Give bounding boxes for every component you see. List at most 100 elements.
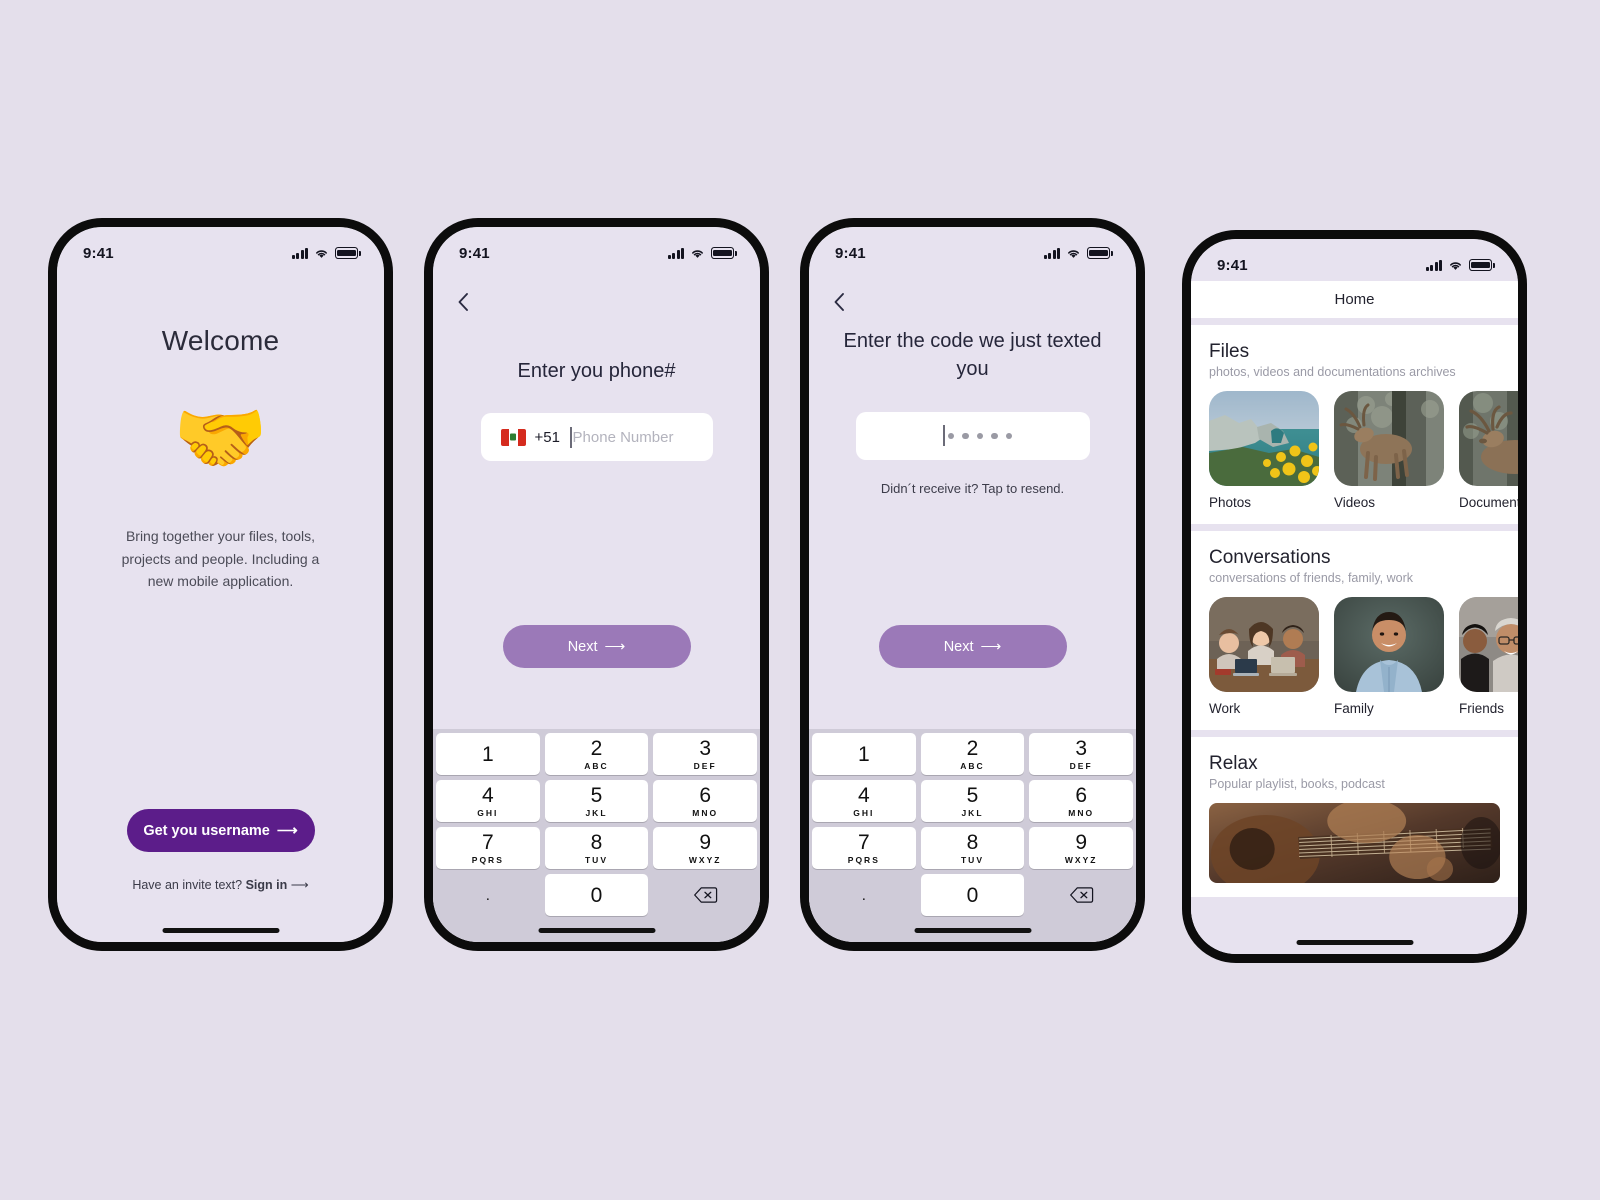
section-subtitle: photos, videos and documentations archiv… bbox=[1209, 365, 1456, 379]
section-title: Conversations bbox=[1209, 547, 1331, 568]
status-icons bbox=[291, 247, 361, 259]
tile-family[interactable]: Family bbox=[1334, 597, 1444, 716]
phone-number-entry: 9:41 Enter you phone# +51 Phone Number N… bbox=[424, 218, 769, 951]
phone-home: 9:41 Home Files photos, videos and docum… bbox=[1182, 230, 1527, 963]
key-letters: DEF bbox=[1069, 760, 1093, 771]
page-title: Enter the code we just texted you bbox=[843, 330, 1102, 381]
key-digit: 3 bbox=[1075, 736, 1087, 760]
colleagues-thumbnail[interactable] bbox=[1209, 597, 1319, 692]
key-0[interactable]: 0 bbox=[544, 874, 649, 916]
key-digit: 9 bbox=[699, 830, 711, 854]
key-delete[interactable] bbox=[1029, 874, 1133, 916]
phone-placeholder: Phone Number bbox=[572, 428, 674, 446]
deer-standing-thumbnail[interactable] bbox=[1334, 391, 1444, 486]
verification-body: Enter the code we just texted you Didn´t… bbox=[809, 269, 1136, 942]
nav-bar: Home bbox=[1191, 281, 1518, 325]
key-6[interactable]: 6 MNO bbox=[653, 780, 757, 822]
guitar-banner[interactable] bbox=[1209, 803, 1500, 883]
key-2[interactable]: 2 ABC bbox=[920, 733, 1025, 775]
tile-caption: Friends bbox=[1459, 701, 1505, 716]
tile-videos[interactable]: Videos bbox=[1334, 391, 1444, 510]
signin-row[interactable]: Have an invite text? Sign in ⟶ bbox=[132, 877, 308, 892]
status-bar: 9:41 bbox=[809, 227, 1136, 269]
battery-icon bbox=[1087, 247, 1113, 259]
tile-caption: Family bbox=[1334, 701, 1374, 716]
key-0[interactable]: 0 bbox=[920, 874, 1025, 916]
key-digit: 3 bbox=[699, 736, 711, 760]
tile-documents[interactable]: Documents bbox=[1459, 391, 1518, 510]
key-digit: 7 bbox=[481, 830, 494, 854]
key-4[interactable]: 4 GHI bbox=[812, 780, 916, 822]
key-9[interactable]: 9 WXYZ bbox=[1029, 827, 1133, 869]
friends-group-thumbnail[interactable] bbox=[1459, 597, 1518, 692]
arrow-right-icon: ⟶ bbox=[980, 638, 1002, 655]
numeric-keypad: 1 2 ABC 3 DEF 4 GHI 5 JKL 6 MNO 7 PQRS 8 TUV 9W… bbox=[433, 729, 760, 942]
key-digit: 4 bbox=[857, 783, 870, 807]
key-digit: 5 bbox=[590, 783, 603, 807]
key-8[interactable]: 8 TUV bbox=[544, 827, 649, 869]
key-digit: 1 bbox=[857, 742, 870, 766]
back-chevron-icon[interactable] bbox=[451, 289, 477, 315]
key-2[interactable]: 2 ABC bbox=[544, 733, 649, 775]
key-7[interactable]: 7 PQRS bbox=[812, 827, 916, 869]
key-letters: TUV bbox=[960, 854, 984, 865]
key-letters: JKL bbox=[585, 807, 608, 818]
back-chevron-icon[interactable] bbox=[827, 289, 853, 315]
backspace-icon bbox=[693, 887, 717, 903]
key-digit: . bbox=[485, 886, 490, 904]
home-indicator bbox=[914, 928, 1031, 933]
key-9[interactable]: 9 WXYZ bbox=[653, 827, 757, 869]
key-5[interactable]: 5 JKL bbox=[544, 780, 649, 822]
backspace-icon bbox=[1069, 887, 1093, 903]
home-content-scroll[interactable]: Files photos, videos and documentations … bbox=[1191, 325, 1518, 954]
tile-friends[interactable]: Friends bbox=[1459, 597, 1518, 716]
wifi-icon bbox=[316, 249, 327, 258]
status-time: 9:41 bbox=[835, 244, 866, 262]
next-button[interactable]: Next ⟶ bbox=[878, 625, 1067, 668]
status-icons bbox=[1425, 259, 1495, 271]
home-indicator bbox=[162, 928, 279, 933]
wifi-icon bbox=[1068, 249, 1079, 258]
resend-code-link[interactable]: Didn´t receive it? Tap to resend. bbox=[809, 481, 1136, 496]
section-files: Files photos, videos and documentations … bbox=[1191, 325, 1518, 524]
key-digit: 6 bbox=[699, 783, 711, 807]
next-button[interactable]: Next ⟶ bbox=[502, 625, 691, 668]
cellular-signal-icon bbox=[667, 247, 684, 259]
get-username-button[interactable]: Get you username ⟶ bbox=[126, 809, 315, 852]
battery-icon bbox=[335, 247, 361, 259]
key-letters: GHI bbox=[853, 807, 875, 818]
key-1[interactable]: 1 bbox=[436, 733, 540, 775]
key-6[interactable]: 6 MNO bbox=[1029, 780, 1133, 822]
peru-flag-icon[interactable] bbox=[500, 428, 526, 446]
tile-photos[interactable]: Photos bbox=[1209, 391, 1319, 510]
key-7[interactable]: 7 PQRS bbox=[436, 827, 540, 869]
key-1[interactable]: 1 bbox=[812, 733, 916, 775]
tile-work[interactable]: Work bbox=[1209, 597, 1319, 716]
next-label: Next bbox=[567, 638, 598, 655]
page-title: Enter you phone# bbox=[517, 360, 676, 382]
smiling-man-thumbnail[interactable] bbox=[1334, 597, 1444, 692]
signin-link[interactable]: Sign in bbox=[246, 878, 288, 892]
key-3[interactable]: 3 DEF bbox=[1029, 733, 1133, 775]
guitar-image bbox=[1209, 803, 1500, 883]
key-dot[interactable]: . bbox=[436, 874, 540, 916]
key-digit: 2 bbox=[966, 736, 979, 760]
phone-entry-body: Enter you phone# +51 Phone Number Next ⟶… bbox=[433, 269, 760, 942]
cliff-coast-thumbnail[interactable] bbox=[1209, 391, 1319, 486]
tile-row: Photos Videos Documen bbox=[1191, 379, 1518, 510]
key-3[interactable]: 3 DEF bbox=[653, 733, 757, 775]
key-dot[interactable]: . bbox=[812, 874, 916, 916]
key-8[interactable]: 8 TUV bbox=[920, 827, 1025, 869]
phone-mockup-stage: 9:41 Welcome 🤝 Bring together your files… bbox=[0, 218, 1600, 963]
key-delete[interactable] bbox=[653, 874, 757, 916]
phone-number-input[interactable]: +51 Phone Number bbox=[480, 413, 713, 462]
status-icons bbox=[667, 247, 737, 259]
welcome-body: Welcome 🤝 Bring together your files, too… bbox=[57, 269, 384, 942]
wifi-icon bbox=[1450, 261, 1461, 270]
key-letters: MNO bbox=[692, 807, 719, 818]
deer-resting-thumbnail[interactable] bbox=[1459, 391, 1518, 486]
key-5[interactable]: 5 JKL bbox=[920, 780, 1025, 822]
key-4[interactable]: 4 GHI bbox=[436, 780, 540, 822]
verification-code-input[interactable] bbox=[855, 411, 1090, 460]
smiling-man-image bbox=[1334, 597, 1444, 692]
